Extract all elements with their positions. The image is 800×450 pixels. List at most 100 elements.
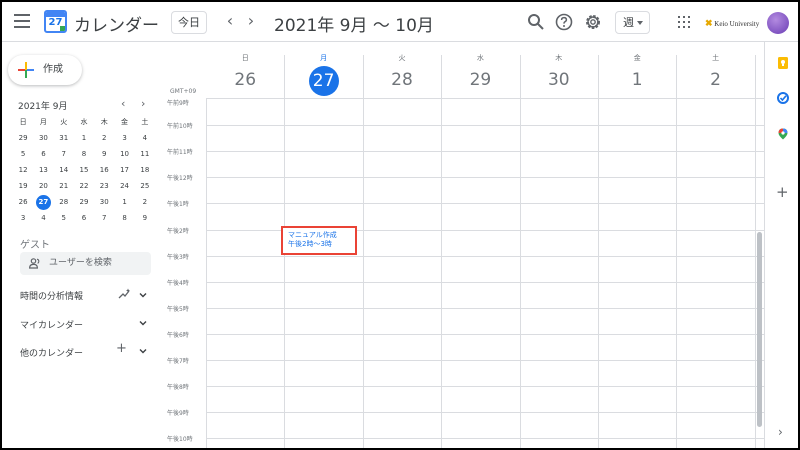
prev-week-button[interactable]: ‹ bbox=[222, 11, 238, 33]
mini-prev-month-button[interactable]: ‹ bbox=[121, 97, 125, 110]
mini-day[interactable]: 26 bbox=[13, 194, 33, 210]
day-header[interactable]: 水 29 bbox=[441, 42, 519, 98]
day-number[interactable]: 30 bbox=[520, 66, 598, 94]
search-users-input[interactable]: ユーザーを検索 bbox=[20, 252, 151, 275]
mini-day[interactable]: 13 bbox=[33, 162, 53, 178]
mini-day[interactable]: 10 bbox=[114, 146, 134, 162]
mini-day[interactable]: 17 bbox=[114, 162, 134, 178]
chevron-down-icon[interactable] bbox=[139, 347, 147, 355]
mini-day[interactable]: 30 bbox=[33, 130, 53, 146]
day-number[interactable]: 2 bbox=[676, 66, 754, 94]
create-button[interactable]: 作成 bbox=[8, 55, 82, 85]
header-divider bbox=[206, 98, 764, 99]
hour-label: 午後6時 bbox=[167, 331, 189, 339]
day-header[interactable]: 金1 bbox=[598, 42, 676, 98]
mini-day[interactable]: 30 bbox=[94, 194, 114, 210]
mini-day[interactable]: 3 bbox=[13, 210, 33, 226]
account-avatar[interactable] bbox=[767, 12, 789, 34]
day-header[interactable]: 木 30 bbox=[520, 42, 598, 98]
mini-day[interactable]: 20 bbox=[33, 178, 53, 194]
settings-gear-icon[interactable] bbox=[583, 12, 603, 32]
mini-day[interactable]: 7 bbox=[94, 210, 114, 226]
mini-day-number: 29 bbox=[18, 134, 28, 142]
event-title: マニュアル作成 bbox=[288, 231, 337, 239]
mini-day[interactable]: 1 bbox=[114, 194, 134, 210]
calendar-logo-icon[interactable]: 27 bbox=[44, 10, 67, 33]
mini-day[interactable]: 5 bbox=[13, 146, 33, 162]
expand-panel-chevron-icon[interactable]: › bbox=[778, 425, 783, 439]
vertical-scrollbar[interactable] bbox=[757, 232, 762, 427]
mini-day[interactable]: 5 bbox=[54, 210, 74, 226]
mini-day[interactable]: 16 bbox=[94, 162, 114, 178]
mini-day[interactable]: 4 bbox=[135, 130, 155, 146]
mini-day[interactable]: 19 bbox=[13, 178, 33, 194]
hour-line bbox=[206, 438, 764, 440]
my-calendars-label[interactable]: マイカレンダー bbox=[20, 318, 83, 331]
org-logo-icon: ✖ bbox=[705, 18, 713, 28]
mini-day[interactable]: 14 bbox=[54, 162, 74, 178]
view-selector[interactable]: 週 bbox=[615, 11, 650, 34]
other-calendars-label[interactable]: 他のカレンダー bbox=[20, 346, 83, 359]
mini-day[interactable]: 29 bbox=[13, 130, 33, 146]
mini-day-number: 7 bbox=[102, 214, 107, 222]
mini-day[interactable]: 29 bbox=[74, 194, 94, 210]
chevron-down-icon[interactable] bbox=[139, 291, 147, 299]
mini-day[interactable]: 4 bbox=[33, 210, 53, 226]
mini-day[interactable]: 2 bbox=[94, 130, 114, 146]
keep-notes-icon[interactable] bbox=[777, 57, 789, 69]
day-header[interactable]: 土2 bbox=[676, 42, 754, 98]
event-manual-creation[interactable]: マニュアル作成 午後2時～3時 bbox=[281, 226, 357, 255]
help-icon[interactable] bbox=[554, 12, 574, 32]
mini-day[interactable]: 6 bbox=[74, 210, 94, 226]
day-number[interactable]: 27 bbox=[284, 66, 362, 96]
day-number[interactable]: 28 bbox=[363, 66, 441, 94]
mini-day-number: 19 bbox=[18, 182, 28, 190]
day-header[interactable]: 日 26 bbox=[206, 42, 284, 98]
mini-day[interactable]: 9 bbox=[94, 146, 114, 162]
mini-day[interactable]: 28 bbox=[54, 194, 74, 210]
mini-day[interactable]: 2 bbox=[135, 194, 155, 210]
time-insights-label[interactable]: 時間の分析情報 bbox=[20, 289, 83, 302]
tasks-icon[interactable] bbox=[777, 92, 789, 104]
mini-weekday: 木 bbox=[100, 118, 108, 126]
mini-day-number: 4 bbox=[142, 134, 148, 142]
mini-day[interactable]: 8 bbox=[114, 210, 134, 226]
add-addon-plus-icon[interactable]: + bbox=[776, 185, 789, 200]
mini-day[interactable]: 6 bbox=[33, 146, 53, 162]
mini-day[interactable]: 11 bbox=[135, 146, 155, 162]
main-menu-icon[interactable] bbox=[14, 14, 30, 28]
logo-day: 27 bbox=[48, 17, 63, 28]
mini-day[interactable]: 15 bbox=[74, 162, 94, 178]
today-button[interactable]: 今日 bbox=[171, 11, 207, 34]
maps-pin-icon[interactable] bbox=[777, 128, 789, 140]
mini-day[interactable]: 9 bbox=[135, 210, 155, 226]
day-number[interactable]: 1 bbox=[598, 66, 676, 94]
google-apps-icon[interactable] bbox=[678, 16, 690, 28]
day-header[interactable]: 火 28 bbox=[363, 42, 441, 98]
chevron-down-icon[interactable] bbox=[139, 319, 147, 327]
mini-day[interactable]: 21 bbox=[54, 178, 74, 194]
search-icon[interactable] bbox=[526, 12, 546, 32]
mini-day[interactable]: 8 bbox=[74, 146, 94, 162]
day-of-week: 木 bbox=[555, 54, 563, 62]
mini-weekday: 金 bbox=[121, 118, 129, 126]
day-number[interactable]: 29 bbox=[441, 66, 519, 94]
insights-sparkle-icon[interactable] bbox=[118, 288, 131, 300]
mini-day[interactable]: 18 bbox=[135, 162, 155, 178]
mini-day[interactable]: 1 bbox=[74, 130, 94, 146]
mini-day[interactable]: 31 bbox=[54, 130, 74, 146]
day-header[interactable]: 月 27 bbox=[284, 42, 362, 98]
mini-day[interactable]: 23 bbox=[94, 178, 114, 194]
next-week-button[interactable]: › bbox=[243, 11, 259, 33]
mini-day[interactable]: 25 bbox=[135, 178, 155, 194]
mini-next-month-button[interactable]: › bbox=[141, 97, 145, 110]
mini-day[interactable]: 12 bbox=[13, 162, 33, 178]
mini-day[interactable]: 22 bbox=[74, 178, 94, 194]
hour-line bbox=[206, 386, 764, 388]
mini-day[interactable]: 27 bbox=[33, 194, 53, 210]
mini-day[interactable]: 3 bbox=[114, 130, 134, 146]
mini-day[interactable]: 7 bbox=[54, 146, 74, 162]
add-calendar-plus-icon[interactable]: + bbox=[116, 341, 127, 356]
mini-day[interactable]: 24 bbox=[114, 178, 134, 194]
day-number[interactable]: 26 bbox=[206, 66, 284, 94]
